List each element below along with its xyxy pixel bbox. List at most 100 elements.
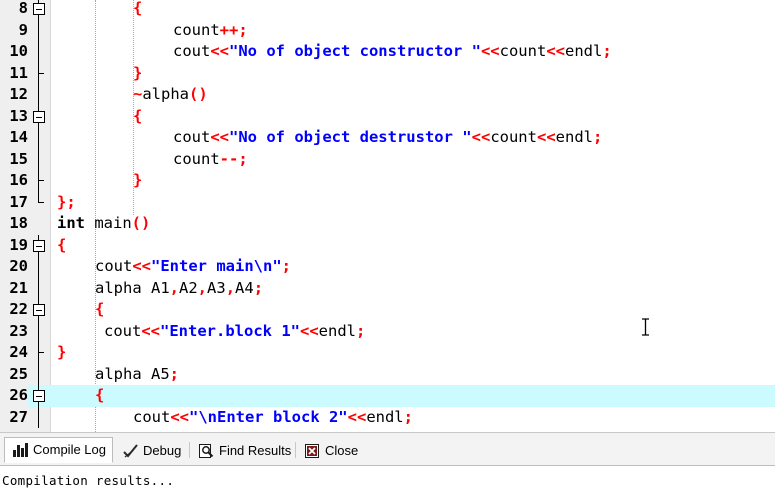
code-line-24[interactable]: 24} xyxy=(0,342,775,364)
fold-guide xyxy=(32,363,46,385)
code-text: count--; xyxy=(173,149,248,171)
checkmark-icon xyxy=(123,444,138,458)
code-token: ; xyxy=(169,364,179,383)
fold-guide xyxy=(32,148,46,170)
fold-guide xyxy=(32,256,46,278)
find-document-icon xyxy=(199,444,214,458)
line-number: 20 xyxy=(9,257,28,275)
line-number: 24 xyxy=(9,343,28,361)
code-token: cout xyxy=(173,128,211,146)
line-number: 19 xyxy=(9,235,28,254)
code-token: << xyxy=(347,407,367,426)
code-line-11[interactable]: 11} xyxy=(0,62,775,84)
code-token: "No of object constructor " xyxy=(229,42,481,60)
code-text: } xyxy=(57,342,66,364)
code-text: alpha A1,A2,A3,A4; xyxy=(95,278,263,300)
code-token: count xyxy=(173,149,220,168)
fold-guide xyxy=(32,62,46,84)
code-token: alpha A5 xyxy=(95,364,170,383)
line-number: 15 xyxy=(9,149,28,168)
tab-debug[interactable]: Debug xyxy=(114,438,188,462)
code-token: () xyxy=(131,214,151,232)
code-editor[interactable]: 8{9 count++; 10 cout<<"No of object constru… xyxy=(0,0,775,432)
tab-label: Close xyxy=(325,443,359,458)
code-line-22[interactable]: 22 { xyxy=(0,299,775,321)
code-line-10[interactable]: 10 cout<<"No of object constructor "<<cou… xyxy=(0,41,775,63)
code-token: ~ xyxy=(133,85,143,103)
code-token: << xyxy=(299,321,319,340)
code-token: ++ xyxy=(219,20,239,39)
code-text: count++; xyxy=(173,20,248,42)
code-line-15[interactable]: 15 count--; xyxy=(0,148,775,171)
code-text: } xyxy=(133,170,142,192)
code-line-16[interactable]: 16} xyxy=(0,170,775,192)
fold-toggle-icon[interactable] xyxy=(32,105,46,127)
code-line-27[interactable]: 27 cout<<"\nEnter block 2"<<endl; xyxy=(0,406,775,429)
code-token: ; xyxy=(281,257,291,275)
code-text: }; xyxy=(57,192,76,214)
line-number: 27 xyxy=(9,407,28,426)
line-number: 21 xyxy=(9,278,28,297)
fold-toggle-icon[interactable] xyxy=(32,385,46,407)
code-text: { xyxy=(133,106,142,128)
code-line-20[interactable]: 20 cout<<"Enter main\n"; xyxy=(0,256,775,278)
fold-guide xyxy=(32,84,46,106)
code-line-23[interactable]: 23 cout<<"Enter.block 1"<<endl; xyxy=(0,320,775,342)
code-token: main xyxy=(85,214,132,232)
code-token: "Enter main\n" xyxy=(151,257,282,275)
code-line-18[interactable]: 18 int main() xyxy=(0,213,775,235)
line-number: 14 xyxy=(9,128,28,146)
code-text: alpha A5; xyxy=(95,364,179,386)
code-token: } xyxy=(57,343,67,361)
fold-guide xyxy=(32,170,46,192)
fold-toggle-icon[interactable] xyxy=(32,234,46,256)
fold-guide xyxy=(32,19,46,41)
code-token: , xyxy=(197,278,208,297)
code-text: { xyxy=(95,385,104,407)
code-token: () xyxy=(189,85,208,103)
line-number: 23 xyxy=(9,321,28,340)
fold-toggle-icon[interactable] xyxy=(32,0,46,20)
code-line-8[interactable]: 8{ xyxy=(0,0,775,20)
code-text: cout<<"\nEnter block 2"<<endl; xyxy=(133,407,413,429)
code-token: int xyxy=(57,214,85,232)
bar-chart-icon xyxy=(13,443,28,457)
code-line-25[interactable]: 25 alpha A5; xyxy=(0,363,775,386)
code-token: endl xyxy=(564,42,603,60)
code-token: { xyxy=(133,106,143,125)
text-cursor-icon xyxy=(642,318,649,336)
code-line-9[interactable]: 9 count++; xyxy=(0,19,775,42)
code-token: { xyxy=(95,386,105,404)
code-token: { xyxy=(95,300,105,318)
code-text: cout<<"Enter main\n"; xyxy=(95,256,291,278)
tab-find-results[interactable]: Find Results xyxy=(190,438,298,462)
code-token: << xyxy=(471,128,491,146)
code-line-26[interactable]: 26 { xyxy=(0,385,775,407)
code-token: A2 xyxy=(179,278,198,297)
code-token: ; xyxy=(602,42,612,60)
fold-toggle-icon[interactable] xyxy=(32,299,46,321)
code-text: { xyxy=(133,0,142,20)
code-token: endl xyxy=(366,407,404,426)
code-text: cout<<"No of object destrustor "<<count<… xyxy=(173,127,602,149)
code-line-13[interactable]: 13 { xyxy=(0,105,775,128)
code-token: { xyxy=(57,235,67,254)
line-number: 10 xyxy=(9,42,28,60)
code-token: cout xyxy=(173,42,211,60)
line-number: 25 xyxy=(9,364,28,383)
code-line-14[interactable]: 14 cout<<"No of object destrustor "<<coun… xyxy=(0,127,775,149)
code-line-19[interactable]: 19 { xyxy=(0,234,775,256)
bottom-tab-bar: Compile Log Debug Find Results Close xyxy=(0,432,775,466)
code-line-17[interactable]: 17}; xyxy=(0,191,775,214)
line-number: 22 xyxy=(9,300,28,318)
code-token: << xyxy=(210,128,229,146)
tab-label: Debug xyxy=(143,443,182,458)
tab-close[interactable]: Close xyxy=(296,438,365,462)
code-token: ; xyxy=(253,278,264,297)
code-line-12[interactable]: 12 ~alpha() xyxy=(0,84,775,106)
code-line-21[interactable]: 21 alpha A1,A2,A3,A4; xyxy=(0,277,775,300)
code-token: << xyxy=(210,42,229,60)
tab-compile-log[interactable]: Compile Log xyxy=(4,437,113,463)
code-token: << xyxy=(141,321,160,340)
code-token: << xyxy=(546,42,565,60)
